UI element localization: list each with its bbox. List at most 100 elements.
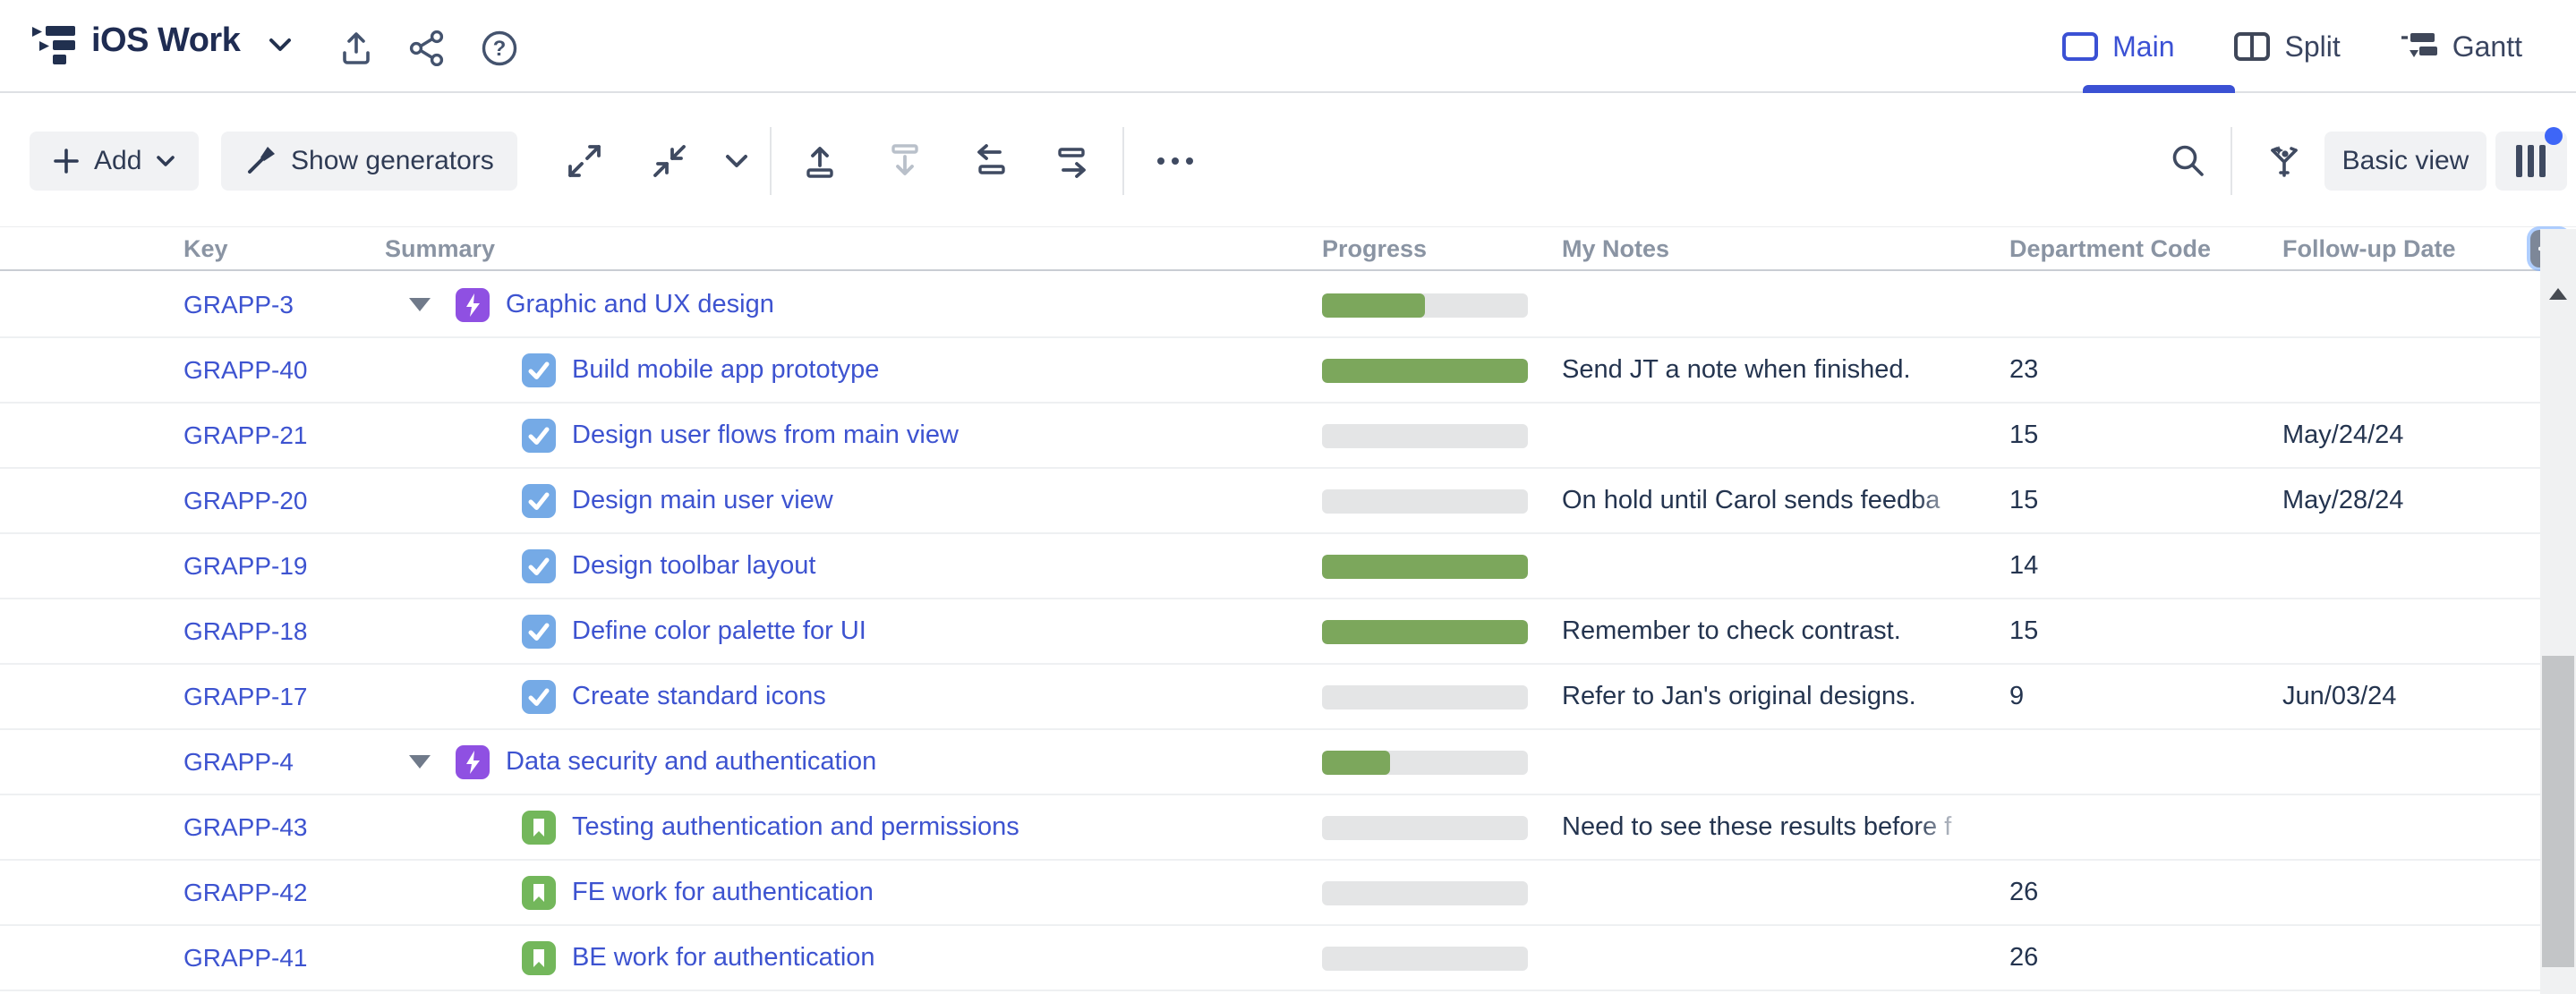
issue-summary-link[interactable]: Design main user view bbox=[572, 486, 833, 515]
expand-all-icon[interactable] bbox=[564, 140, 605, 182]
issue-key-link[interactable]: GRAPP-21 bbox=[183, 404, 398, 467]
issue-key-link[interactable]: GRAPP-4 bbox=[183, 730, 398, 794]
issue-key-link[interactable]: GRAPP-20 bbox=[183, 469, 398, 532]
table-row[interactable]: GRAPP-4 Data security and authentication bbox=[0, 730, 2540, 795]
issue-key-link[interactable]: GRAPP-18 bbox=[183, 599, 398, 663]
department-code-cell[interactable]: 15 bbox=[2009, 469, 2260, 532]
follow-up-date-cell[interactable] bbox=[2282, 534, 2538, 598]
view-selector-button[interactable]: Basic view bbox=[2324, 132, 2486, 191]
share-icon[interactable] bbox=[407, 29, 447, 68]
follow-up-date-cell[interactable] bbox=[2282, 273, 2538, 336]
department-code-cell[interactable]: 9 bbox=[2009, 665, 2260, 728]
tab-split[interactable]: Split bbox=[2233, 0, 2341, 93]
issue-key-link[interactable]: GRAPP-41 bbox=[183, 926, 398, 990]
my-notes-cell[interactable]: On hold until Carol sends feedba bbox=[1562, 469, 1978, 532]
issue-summary-link[interactable]: Graphic and UX design bbox=[506, 290, 774, 319]
my-notes-cell[interactable]: Need to see these results before f bbox=[1562, 795, 1978, 859]
scrollbar-thumb[interactable] bbox=[2542, 656, 2574, 967]
department-code-cell[interactable] bbox=[2009, 730, 2260, 794]
outdent-icon[interactable] bbox=[969, 140, 1011, 182]
follow-up-date-cell[interactable] bbox=[2282, 338, 2538, 402]
move-down-icon-disabled[interactable] bbox=[884, 140, 925, 182]
department-code-cell[interactable]: 15 bbox=[2009, 599, 2260, 663]
page-title[interactable]: iOS Work bbox=[91, 21, 241, 60]
indent-icon[interactable] bbox=[1053, 140, 1094, 182]
more-options-icon[interactable] bbox=[1155, 140, 1196, 182]
follow-up-date-cell[interactable] bbox=[2282, 599, 2538, 663]
follow-up-date-cell[interactable] bbox=[2282, 730, 2538, 794]
table-row[interactable]: GRAPP-21 Design user flows from main view… bbox=[0, 404, 2540, 469]
issue-key-link[interactable]: GRAPP-19 bbox=[183, 534, 398, 598]
column-header-key[interactable]: Key bbox=[183, 235, 228, 263]
department-code-cell[interactable] bbox=[2009, 273, 2260, 336]
scroll-up-arrow-icon[interactable] bbox=[2549, 288, 2567, 300]
transformations-icon[interactable] bbox=[2264, 140, 2305, 182]
issue-summary-link[interactable]: Design toolbar layout bbox=[572, 551, 815, 581]
department-code-cell[interactable]: 23 bbox=[2009, 338, 2260, 402]
my-notes-cell[interactable] bbox=[1562, 926, 1978, 990]
issue-key-link[interactable]: GRAPP-40 bbox=[183, 338, 398, 402]
follow-up-date-cell[interactable]: May/28/24 bbox=[2282, 469, 2538, 532]
my-notes-cell[interactable] bbox=[1562, 534, 1978, 598]
collapse-toggle-icon[interactable] bbox=[409, 755, 431, 769]
department-code-cell[interactable]: 14 bbox=[2009, 534, 2260, 598]
tab-gantt[interactable]: Gantt bbox=[2400, 0, 2522, 93]
table-row[interactable]: GRAPP-41 BE work for authentication 26 bbox=[0, 926, 2540, 991]
collapse-all-icon[interactable] bbox=[649, 140, 690, 182]
table-row[interactable]: GRAPP-40 Build mobile app prototype Send J… bbox=[0, 338, 2540, 404]
summary-cell: Testing authentication and permissions bbox=[407, 795, 1320, 859]
follow-up-date-cell[interactable] bbox=[2282, 926, 2538, 990]
chevron-down-icon[interactable] bbox=[269, 38, 292, 52]
show-generators-button[interactable]: Show generators bbox=[221, 132, 517, 191]
table-row[interactable]: GRAPP-20 Design main user view On hold unt… bbox=[0, 469, 2540, 534]
help-icon[interactable]: ? bbox=[480, 29, 519, 68]
follow-up-date-cell[interactable]: Jun/03/24 bbox=[2282, 665, 2538, 728]
issue-summary-link[interactable]: BE work for authentication bbox=[572, 943, 875, 973]
issue-summary-link[interactable]: Define color palette for UI bbox=[572, 616, 866, 646]
task-icon bbox=[522, 483, 556, 518]
table-row[interactable]: GRAPP-17 Create standard icons Refer to Ja… bbox=[0, 665, 2540, 730]
follow-up-date-cell[interactable]: May/24/24 bbox=[2282, 404, 2538, 467]
my-notes-cell[interactable]: Send JT a note when finished. bbox=[1562, 338, 1978, 402]
column-header-my-notes[interactable]: My Notes bbox=[1562, 235, 1669, 263]
move-up-icon[interactable] bbox=[799, 140, 840, 182]
column-header-department-code[interactable]: Department Code bbox=[2009, 235, 2211, 263]
follow-up-date-cell[interactable] bbox=[2282, 861, 2538, 924]
issue-summary-link[interactable]: Data security and authentication bbox=[506, 747, 876, 777]
department-code-cell[interactable] bbox=[2009, 795, 2260, 859]
issue-key-link[interactable]: GRAPP-3 bbox=[183, 273, 398, 336]
issue-key-link[interactable]: GRAPP-43 bbox=[183, 795, 398, 859]
issue-summary-link[interactable]: Testing authentication and permissions bbox=[572, 812, 1019, 842]
tab-main[interactable]: Main bbox=[2061, 0, 2174, 93]
my-notes-cell[interactable] bbox=[1562, 273, 1978, 336]
follow-up-date-cell[interactable] bbox=[2282, 795, 2538, 859]
department-code-cell[interactable]: 26 bbox=[2009, 861, 2260, 924]
column-header-progress[interactable]: Progress bbox=[1322, 235, 1427, 263]
issue-summary-link[interactable]: FE work for authentication bbox=[572, 878, 874, 907]
issue-summary-link[interactable]: Build mobile app prototype bbox=[572, 355, 879, 385]
column-header-follow-up-date[interactable]: Follow-up Date bbox=[2282, 235, 2455, 263]
issue-key-link[interactable]: GRAPP-17 bbox=[183, 665, 398, 728]
my-notes-cell[interactable]: Refer to Jan's original designs. bbox=[1562, 665, 1978, 728]
collapse-toggle-icon[interactable] bbox=[409, 298, 431, 311]
table-row[interactable]: GRAPP-19 Design toolbar layout 14 bbox=[0, 534, 2540, 599]
my-notes-cell[interactable]: Remember to check contrast. bbox=[1562, 599, 1978, 663]
table-row[interactable]: GRAPP-18 Define color palette for UI Remem… bbox=[0, 599, 2540, 665]
table-row[interactable]: GRAPP-3 Graphic and UX design bbox=[0, 273, 2540, 338]
my-notes-cell[interactable] bbox=[1562, 404, 1978, 467]
issue-key-link[interactable]: GRAPP-42 bbox=[183, 861, 398, 924]
my-notes-cell[interactable] bbox=[1562, 730, 1978, 794]
issue-summary-link[interactable]: Design user flows from main view bbox=[572, 421, 959, 450]
search-icon[interactable] bbox=[2168, 140, 2209, 182]
chevron-down-icon[interactable] bbox=[721, 140, 752, 182]
issue-summary-link[interactable]: Create standard icons bbox=[572, 682, 826, 711]
department-code-cell[interactable]: 15 bbox=[2009, 404, 2260, 467]
summary-cell: BE work for authentication bbox=[407, 926, 1320, 990]
column-header-summary[interactable]: Summary bbox=[385, 235, 495, 263]
table-row[interactable]: GRAPP-43 Testing authentication and permi… bbox=[0, 795, 2540, 861]
department-code-cell[interactable]: 26 bbox=[2009, 926, 2260, 990]
table-row[interactable]: GRAPP-42 FE work for authentication 26 bbox=[0, 861, 2540, 926]
my-notes-cell[interactable] bbox=[1562, 861, 1978, 924]
export-icon[interactable] bbox=[337, 29, 376, 68]
add-button[interactable]: Add bbox=[30, 132, 200, 191]
